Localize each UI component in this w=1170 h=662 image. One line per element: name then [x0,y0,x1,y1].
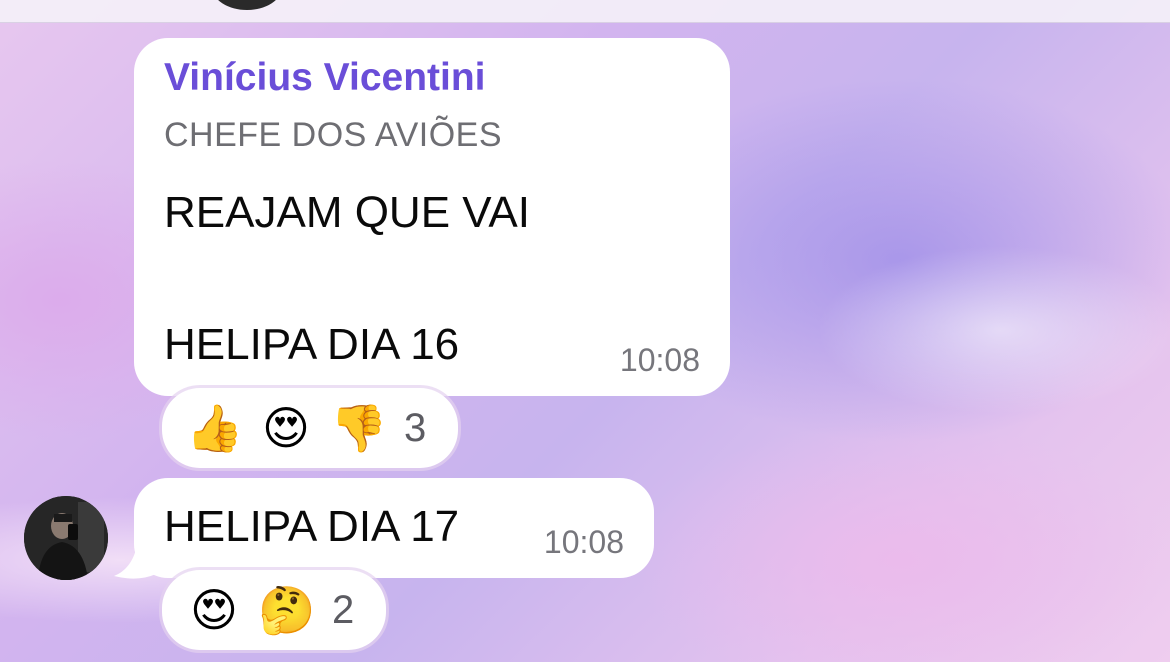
chat-header-strip [0,0,1170,23]
header-avatar[interactable] [212,0,282,10]
sender-title: CHEFE DOS AVIÕES [164,116,503,154]
thumbs-up-icon[interactable]: 👍 [186,405,243,451]
reaction-count[interactable]: 2 [332,588,354,633]
reactions-bar[interactable]: 👍 😍 👎 3 [162,388,458,468]
message-timestamp: 10:08 [619,342,700,378]
message-text-line: HELIPA DIA 16 [164,320,460,369]
message-timestamp: 10:08 [543,524,624,560]
message-bubble[interactable]: HELIPA DIA 17 10:08 [134,478,654,578]
thinking-face-icon[interactable]: 🤔 [258,587,315,633]
message-bubble[interactable]: Vinícius Vicentini CHEFE DOS AVIÕES REAJ… [134,38,730,396]
message-text-line: REAJAM QUE VAI [164,188,530,237]
avatar[interactable] [24,496,108,580]
message-text-line: HELIPA DIA 17 [164,502,460,551]
reactions-bar[interactable]: 😍 🤔 2 [162,570,386,650]
sender-name[interactable]: Vinícius Vicentini [164,56,486,100]
thumbs-down-icon[interactable]: 👎 [330,405,387,451]
reaction-count[interactable]: 3 [404,406,426,451]
heart-eyes-icon[interactable]: 😍 [258,405,314,451]
heart-eyes-icon[interactable]: 😍 [186,587,242,633]
